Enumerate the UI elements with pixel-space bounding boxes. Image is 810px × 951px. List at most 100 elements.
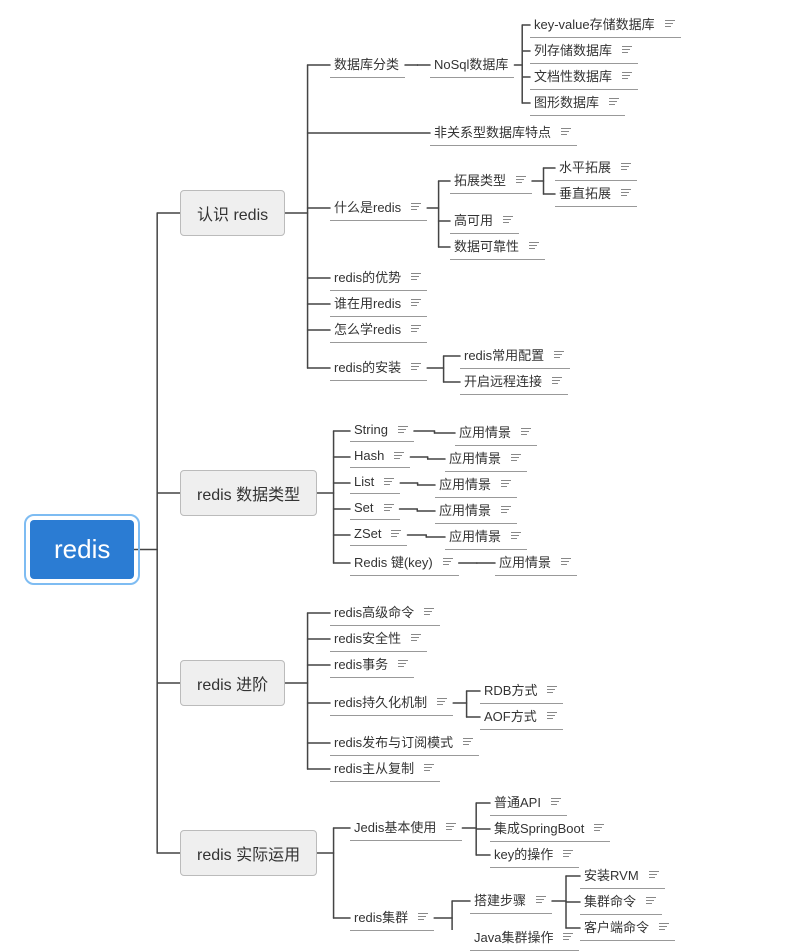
leaf-ext-type[interactable]: 拓展类型 bbox=[450, 168, 532, 194]
leaf-security[interactable]: redis安全性 bbox=[330, 626, 427, 652]
leaf-label: 拓展类型 bbox=[454, 170, 506, 189]
leaf-label: 开启远程连接 bbox=[464, 371, 542, 390]
note-icon bbox=[463, 738, 473, 745]
leaf-label: 应用情景 bbox=[459, 422, 511, 441]
leaf-label: 集成SpringBoot bbox=[494, 818, 584, 837]
leaf-label: RDB方式 bbox=[484, 680, 537, 699]
leaf-label: 客户端命令 bbox=[584, 917, 649, 936]
note-icon bbox=[398, 426, 408, 433]
note-icon bbox=[552, 377, 562, 384]
section-data-types[interactable]: redis 数据类型 bbox=[180, 470, 317, 516]
leaf-label: Jedis基本使用 bbox=[354, 817, 436, 836]
section-practical[interactable]: redis 实际运用 bbox=[180, 830, 317, 876]
leaf-label: redis持久化机制 bbox=[334, 692, 427, 711]
note-icon bbox=[621, 163, 631, 170]
leaf-scene[interactable]: 应用情景 bbox=[445, 524, 527, 550]
note-icon bbox=[516, 176, 526, 183]
leaf-horizontal-scale[interactable]: 水平拓展 bbox=[555, 155, 637, 181]
leaf-rediskey[interactable]: Redis 键(key) bbox=[350, 550, 459, 576]
leaf-label: key的操作 bbox=[494, 844, 553, 863]
leaf-cluster[interactable]: redis集群 bbox=[350, 905, 434, 931]
leaf-label: 列存储数据库 bbox=[534, 40, 612, 59]
leaf-list[interactable]: List bbox=[350, 472, 400, 494]
leaf-scene[interactable]: 应用情景 bbox=[435, 498, 517, 524]
leaf-label: 文档性数据库 bbox=[534, 66, 612, 85]
leaf-who-uses[interactable]: 谁在用redis bbox=[330, 291, 427, 317]
leaf-transaction[interactable]: redis事务 bbox=[330, 652, 414, 678]
section-advanced[interactable]: redis 进阶 bbox=[180, 660, 285, 706]
leaf-pubsub[interactable]: redis发布与订阅模式 bbox=[330, 730, 479, 756]
root-node[interactable]: redis bbox=[30, 520, 134, 579]
leaf-label: 应用情景 bbox=[439, 474, 491, 493]
leaf-label: redis常用配置 bbox=[464, 345, 544, 364]
section-know-redis[interactable]: 认识 redis bbox=[180, 190, 285, 236]
leaf-label: 应用情景 bbox=[499, 552, 551, 571]
note-icon bbox=[418, 913, 428, 920]
note-icon bbox=[622, 72, 632, 79]
leaf-vertical-scale[interactable]: 垂直拓展 bbox=[555, 181, 637, 207]
leaf-nonrelational[interactable]: 非关系型数据库特点 bbox=[430, 120, 577, 146]
leaf-how-learn[interactable]: 怎么学redis bbox=[330, 317, 427, 343]
note-icon bbox=[649, 871, 659, 878]
leaf-zset[interactable]: ZSet bbox=[350, 524, 407, 546]
note-icon bbox=[501, 480, 511, 487]
note-icon bbox=[551, 798, 561, 805]
leaf-set[interactable]: Set bbox=[350, 498, 400, 520]
leaf-scene[interactable]: 应用情景 bbox=[435, 472, 517, 498]
leaf-label: 数据库分类 bbox=[334, 54, 399, 73]
leaf-whatis[interactable]: 什么是redis bbox=[330, 195, 427, 221]
leaf-key-op[interactable]: key的操作 bbox=[490, 842, 579, 868]
leaf-java-cluster[interactable]: Java集群操作 bbox=[470, 925, 579, 951]
note-icon bbox=[391, 530, 401, 537]
leaf-scene[interactable]: 应用情景 bbox=[455, 420, 537, 446]
leaf-high-availability[interactable]: 高可用 bbox=[450, 208, 519, 234]
note-icon bbox=[609, 98, 619, 105]
leaf-reliability[interactable]: 数据可靠性 bbox=[450, 234, 545, 260]
leaf-persistence[interactable]: redis持久化机制 bbox=[330, 690, 453, 716]
leaf-adv-cmd[interactable]: redis高级命令 bbox=[330, 600, 440, 626]
leaf-jedis[interactable]: Jedis基本使用 bbox=[350, 815, 462, 841]
leaf-install[interactable]: redis的安装 bbox=[330, 355, 427, 381]
note-icon bbox=[411, 634, 421, 641]
leaf-common-config[interactable]: redis常用配置 bbox=[460, 343, 570, 369]
note-icon bbox=[521, 428, 531, 435]
leaf-label: ZSet bbox=[354, 526, 381, 541]
leaf-build-steps[interactable]: 搭建步骤 bbox=[470, 888, 552, 914]
leaf-client-cmd[interactable]: 客户端命令 bbox=[580, 915, 675, 941]
leaf-label: key-value存储数据库 bbox=[534, 14, 655, 33]
leaf-advantages[interactable]: redis的优势 bbox=[330, 265, 427, 291]
leaf-nosql[interactable]: NoSql数据库 bbox=[430, 52, 514, 78]
note-icon bbox=[529, 242, 539, 249]
leaf-scene[interactable]: 应用情景 bbox=[495, 550, 577, 576]
note-icon bbox=[411, 203, 421, 210]
leaf-install-rvm[interactable]: 安装RVM bbox=[580, 863, 665, 889]
note-icon bbox=[665, 20, 675, 27]
leaf-doc-db[interactable]: 文档性数据库 bbox=[530, 64, 638, 90]
leaf-springboot[interactable]: 集成SpringBoot bbox=[490, 816, 610, 842]
leaf-hash[interactable]: Hash bbox=[350, 446, 410, 468]
note-icon bbox=[443, 558, 453, 565]
note-icon bbox=[411, 325, 421, 332]
note-icon bbox=[563, 850, 573, 857]
leaf-remote-conn[interactable]: 开启远程连接 bbox=[460, 369, 568, 395]
note-icon bbox=[411, 363, 421, 370]
leaf-aof[interactable]: AOF方式 bbox=[480, 704, 563, 730]
note-icon bbox=[547, 686, 557, 693]
note-icon bbox=[384, 478, 394, 485]
leaf-label: 非关系型数据库特点 bbox=[434, 122, 551, 141]
leaf-scene[interactable]: 应用情景 bbox=[445, 446, 527, 472]
leaf-plain-api[interactable]: 普通API bbox=[490, 790, 567, 816]
leaf-label: 应用情景 bbox=[439, 500, 491, 519]
leaf-db-category[interactable]: 数据库分类 bbox=[330, 52, 405, 78]
leaf-rdb[interactable]: RDB方式 bbox=[480, 678, 563, 704]
leaf-cluster-cmd[interactable]: 集群命令 bbox=[580, 889, 662, 915]
leaf-string[interactable]: String bbox=[350, 420, 414, 442]
leaf-label: redis主从复制 bbox=[334, 758, 414, 777]
leaf-label: 数据可靠性 bbox=[454, 236, 519, 255]
leaf-label: Set bbox=[354, 500, 374, 515]
leaf-label: redis安全性 bbox=[334, 628, 401, 647]
leaf-kv-db[interactable]: key-value存储数据库 bbox=[530, 12, 681, 38]
leaf-graph-db[interactable]: 图形数据库 bbox=[530, 90, 625, 116]
leaf-master-slave[interactable]: redis主从复制 bbox=[330, 756, 440, 782]
leaf-column-db[interactable]: 列存储数据库 bbox=[530, 38, 638, 64]
